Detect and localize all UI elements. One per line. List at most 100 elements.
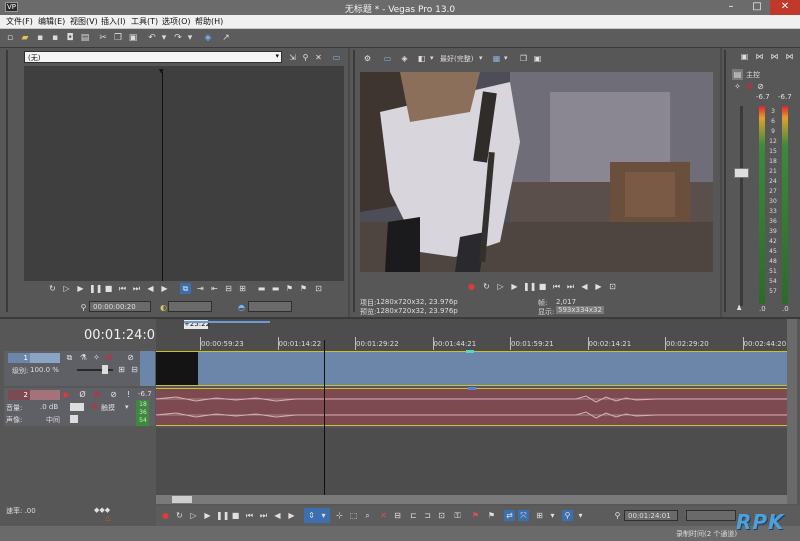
- timeline-go-start-icon[interactable]: ⏮: [244, 510, 255, 521]
- preview-properties-icon[interactable]: ⚙: [362, 53, 373, 64]
- master-automation-icon[interactable]: ✧: [732, 81, 743, 92]
- go-to-start-icon[interactable]: ⏮: [117, 283, 128, 294]
- redo-dropdown-icon[interactable]: ▾: [184, 32, 196, 44]
- preview-monitor-icon[interactable]: ▭: [382, 53, 393, 64]
- trimmer-flag2-icon[interactable]: ⚑: [298, 283, 309, 294]
- trim-icon[interactable]: ⊟: [392, 510, 403, 521]
- preview-fx-icon[interactable]: ◈: [399, 53, 410, 64]
- trimmer-timecode-field[interactable]: 00:00:00:20: [89, 301, 151, 312]
- timeline-length-field[interactable]: [686, 510, 736, 521]
- loop-icon[interactable]: ↻: [47, 283, 58, 294]
- video-fade-handle[interactable]: [466, 350, 474, 353]
- next-frame-icon[interactable]: ▶: [159, 283, 170, 294]
- menu-tools[interactable]: 工具(T): [131, 16, 158, 27]
- master-downmix-icon[interactable]: ⋈: [769, 51, 780, 62]
- audio-mute-icon[interactable]: ⊘: [108, 389, 119, 400]
- trimmer-pin-icon[interactable]: ⚲: [300, 52, 311, 63]
- marker-icon[interactable]: ⚑: [470, 510, 481, 521]
- video-more-icon[interactable]: ⊟: [129, 364, 140, 375]
- play-icon[interactable]: ▶: [75, 283, 86, 294]
- open-folder-icon[interactable]: ▰: [19, 32, 31, 44]
- timeline-pause-icon[interactable]: ❚❚: [216, 510, 229, 521]
- composite-mode-icon[interactable]: ✧: [91, 352, 102, 363]
- timeline-record-icon[interactable]: ●: [160, 510, 171, 521]
- add-to-timeline-icon[interactable]: ⇥: [195, 283, 206, 294]
- snapping-icon[interactable]: ⊞: [534, 510, 545, 521]
- master-props-icon[interactable]: ▣: [739, 51, 750, 62]
- trim-end-icon[interactable]: ⊐: [422, 510, 433, 521]
- trim-start-icon[interactable]: ⊏: [408, 510, 419, 521]
- redo-icon[interactable]: ↷: [172, 32, 184, 44]
- envelope-tool-icon[interactable]: ⊹: [334, 510, 345, 521]
- trim-mode-icon[interactable]: ⧉: [180, 283, 191, 294]
- audio-invert-icon[interactable]: Ø: [77, 389, 88, 400]
- pause-icon[interactable]: ❚❚: [89, 283, 102, 294]
- lock-envelopes-icon[interactable]: ⚲: [562, 510, 573, 521]
- minimize-button[interactable]: –: [718, 0, 744, 15]
- split-icon[interactable]: ⊡: [436, 510, 447, 521]
- arm-record-icon[interactable]: ◉: [60, 389, 71, 400]
- master-fx-chain-icon[interactable]: ⚙: [744, 81, 755, 92]
- trimmer-flag-icon[interactable]: ⚑: [284, 283, 295, 294]
- preview-play-from-start-icon[interactable]: ▷: [495, 281, 506, 292]
- new-file-icon[interactable]: ▫: [4, 32, 16, 44]
- menu-insert[interactable]: 插入(I): [101, 16, 126, 27]
- preview-extra-icon[interactable]: ⊡: [607, 281, 618, 292]
- trimmer-out-field[interactable]: [248, 301, 292, 312]
- audio-volume-slider[interactable]: [70, 403, 84, 411]
- master-fx-icon[interactable]: ⋈: [754, 51, 765, 62]
- close-button[interactable]: ✕: [770, 0, 800, 15]
- delete-icon[interactable]: ✕: [378, 510, 389, 521]
- trimmer-split-icon[interactable]: ⊟: [223, 283, 234, 294]
- menu-file[interactable]: 文件(F): [6, 16, 33, 27]
- trimmer-monitor-icon[interactable]: ▭: [331, 52, 342, 63]
- trimmer-region-icon[interactable]: ▬: [256, 283, 267, 294]
- video-track-header[interactable]: 1 ⧉ ⚗ ✧ ⚙ ⊘ ! 级别: 100.0 % ⊞ ⊟: [4, 351, 155, 386]
- properties-icon[interactable]: ▤: [79, 32, 91, 44]
- preview-go-end-icon[interactable]: ⏭: [565, 281, 576, 292]
- overlays-icon[interactable]: ▦: [491, 53, 502, 64]
- menu-edit[interactable]: 编辑(E): [38, 16, 65, 27]
- out-point-icon[interactable]: ◓: [236, 302, 247, 313]
- menu-help[interactable]: 帮助(H): [195, 16, 223, 27]
- preview-go-start-icon[interactable]: ⏮: [551, 281, 562, 292]
- snap-icon[interactable]: ◈: [202, 32, 214, 44]
- automation-mode-select[interactable]: 触摸: [101, 403, 115, 413]
- timeline-empty-area[interactable]: [156, 428, 787, 495]
- timeline-go-end-icon[interactable]: ⏭: [258, 510, 269, 521]
- save-snapshot-icon[interactable]: ▣: [532, 53, 543, 64]
- playhead[interactable]: [323, 340, 325, 495]
- timeline-vscrollbar[interactable]: [787, 319, 797, 504]
- paste-icon[interactable]: ▣: [127, 32, 139, 44]
- trimmer-clear-icon[interactable]: ✕: [313, 52, 324, 63]
- video-clip-thumbnail[interactable]: [156, 352, 198, 385]
- zoom-tool-icon[interactable]: ⌕: [362, 510, 373, 521]
- audio-track-name[interactable]: [30, 390, 60, 400]
- prev-frame-icon[interactable]: ◀: [145, 283, 156, 294]
- video-preview[interactable]: [360, 72, 713, 272]
- master-fader-handle[interactable]: [734, 168, 749, 178]
- auto-ripple-icon[interactable]: ⇄: [504, 510, 515, 521]
- preview-quality-select[interactable]: 最好(完整): [440, 54, 473, 64]
- stop-icon[interactable]: ■: [103, 283, 114, 294]
- preview-loop-icon[interactable]: ↻: [481, 281, 492, 292]
- timeline-loop-icon[interactable]: ↻: [174, 510, 185, 521]
- trimmer-marker-icon[interactable]: ⊞: [237, 283, 248, 294]
- add-to-timeline-before-icon[interactable]: ⇤: [209, 283, 220, 294]
- help-pointer-icon[interactable]: ↗: [220, 32, 232, 44]
- track-motion-icon[interactable]: ⧉: [64, 352, 75, 363]
- trimmer-viewport[interactable]: [24, 66, 344, 281]
- track-fx-icon[interactable]: ⚗: [78, 352, 89, 363]
- edit-tool-button[interactable]: ⇕ ▾: [304, 508, 330, 523]
- timeline-timecode-field[interactable]: 00:01:24:01: [624, 510, 678, 521]
- video-fx-icon[interactable]: ⚙: [104, 352, 115, 363]
- split-screen-icon[interactable]: ◧: [416, 53, 427, 64]
- preview-play-icon[interactable]: ▶: [509, 281, 520, 292]
- video-track-lane[interactable]: [156, 350, 787, 386]
- menu-view[interactable]: 视图(V): [70, 16, 98, 27]
- timeline-prev-frame-icon[interactable]: ◀: [272, 510, 283, 521]
- auto-crossfade-icon[interactable]: ⤧: [518, 510, 529, 521]
- master-mute-icon[interactable]: ⊘: [755, 81, 766, 92]
- timeline-stop-icon[interactable]: ■: [230, 510, 241, 521]
- save-icon[interactable]: ▪: [34, 32, 46, 44]
